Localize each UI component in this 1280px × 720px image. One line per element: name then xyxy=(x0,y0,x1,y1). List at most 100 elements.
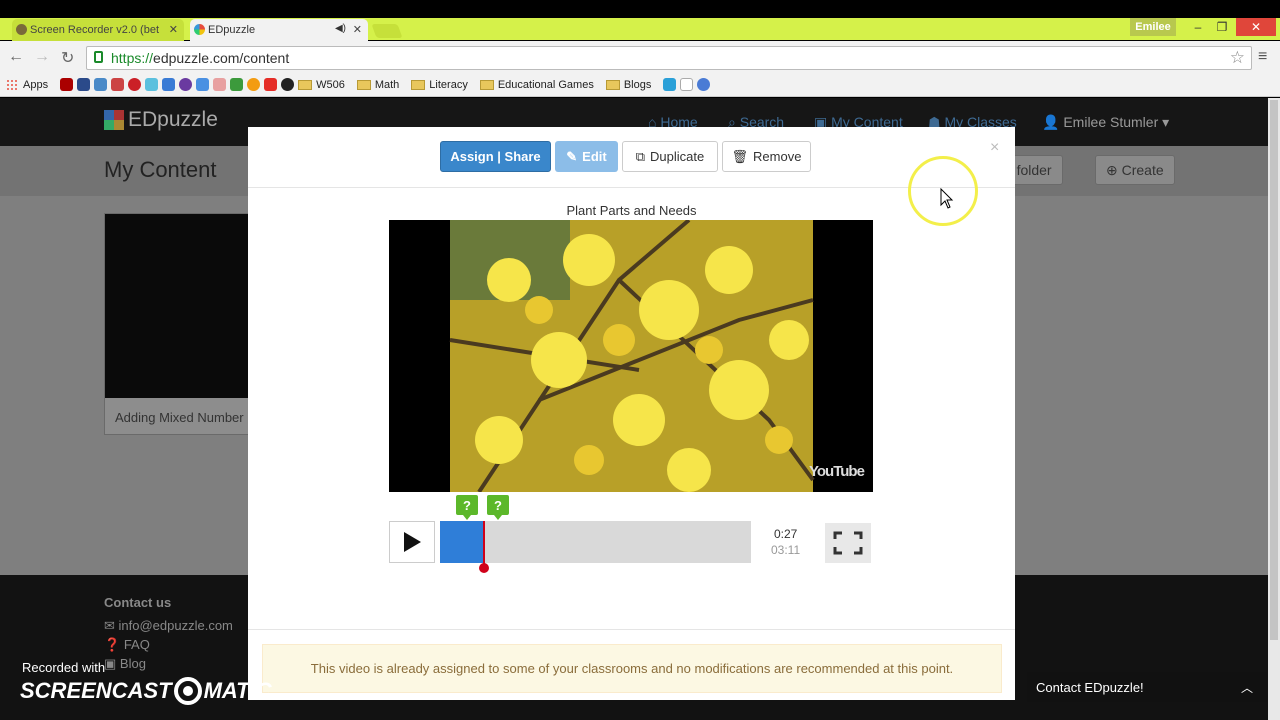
restore-icon[interactable]: ❐ xyxy=(1208,18,1236,36)
site-icon[interactable] xyxy=(77,78,91,91)
folder-icon xyxy=(356,79,371,90)
video-player[interactable]: YouTube xyxy=(389,220,873,492)
modal-close-button[interactable]: × xyxy=(990,139,999,157)
modal-divider xyxy=(248,629,1015,630)
site-icon[interactable] xyxy=(111,78,125,91)
tab-edpuzzle[interactable]: EDpuzzle ◀) ✕ xyxy=(190,19,368,41)
folder-icon xyxy=(479,79,494,90)
window-close-icon[interactable]: ✕ xyxy=(1236,18,1276,36)
page-title: My Content xyxy=(104,157,217,182)
bookmark-star-icon[interactable]: ☆ xyxy=(1230,48,1245,68)
video-progress-fill xyxy=(440,521,484,563)
link-label: FAQ xyxy=(123,637,150,652)
youtube-watermark[interactable]: YouTube xyxy=(809,463,865,480)
site-icon[interactable] xyxy=(247,78,261,91)
folder-icon xyxy=(605,79,620,90)
footer-email-link[interactable]: ✉ info@edpuzzle.com xyxy=(104,618,233,634)
bookmark-folder-w506[interactable]: W506 xyxy=(298,79,345,91)
widget-label: Contact EDpuzzle! xyxy=(1036,679,1144,695)
mouse-cursor-icon xyxy=(940,188,954,209)
pencil-icon: ✎ xyxy=(566,148,578,164)
chrome-menu-icon[interactable]: ≡ xyxy=(1258,48,1267,66)
page-icon[interactable] xyxy=(680,78,694,91)
puzzle-logo-icon xyxy=(104,110,124,130)
footer-heading: Contact us xyxy=(104,595,172,610)
bookmark-folder-educational-games[interactable]: Educational Games xyxy=(479,78,594,91)
duplicate-button[interactable]: ⧉ Duplicate xyxy=(622,141,718,172)
url-path: edpuzzle.com/content xyxy=(153,50,290,66)
user-menu[interactable]: 👤 Emilee Stumler ▾ xyxy=(1042,114,1169,131)
question-marker-1[interactable]: ? xyxy=(456,495,478,520)
back-arrow-icon[interactable]: ← xyxy=(8,48,24,66)
button-label: Remove xyxy=(753,149,802,164)
watermark-text: SCREENCAST xyxy=(20,678,172,703)
contact-widget[interactable]: Contact EDpuzzle! ︿ xyxy=(1027,672,1267,702)
play-icon xyxy=(404,532,421,552)
button-label: Create xyxy=(1121,162,1164,178)
video-thumbnail xyxy=(105,214,255,398)
play-button[interactable] xyxy=(389,521,435,563)
footer-blog-link[interactable]: ▣ Blog xyxy=(104,656,146,672)
site-icon[interactable] xyxy=(663,78,677,91)
bookmark-apps[interactable]: Apps xyxy=(6,78,49,91)
video-title: Plant Parts and Needs xyxy=(566,203,697,218)
site-icon[interactable] xyxy=(179,78,193,91)
button-label: Duplicate xyxy=(650,149,705,164)
weebly-icon[interactable] xyxy=(162,78,176,91)
close-tab-icon[interactable]: ✕ xyxy=(169,23,178,36)
fullscreen-icon xyxy=(833,531,863,555)
video-modal: Assign | Share ✎ Edit ⧉ Duplicate 🗑 Remove … xyxy=(248,127,1015,700)
bookmarks-bar: Apps W506 Math Literacy Educational Game… xyxy=(0,73,1280,97)
fullscreen-button[interactable] xyxy=(825,523,871,563)
bookmark-folder-literacy[interactable]: Literacy xyxy=(411,79,468,91)
site-icon[interactable] xyxy=(145,78,159,91)
bookmark-label: Apps xyxy=(23,78,49,91)
address-bar[interactable]: https://edpuzzle.com/content ☆ xyxy=(86,46,1252,70)
question-marker-2[interactable]: ? xyxy=(487,495,509,520)
apps-grid-icon xyxy=(6,78,18,91)
create-button[interactable]: ⊕ Create xyxy=(1095,155,1175,185)
footer-faq-link[interactable]: ❓ FAQ xyxy=(104,637,150,653)
video-progress-track[interactable] xyxy=(440,521,751,573)
speaker-icon[interactable]: ◀) xyxy=(335,23,346,34)
bookmark-label: Math xyxy=(374,78,400,91)
assigned-warning-alert: This video is already assigned to some o… xyxy=(262,644,1002,693)
bookmark-label: Blogs xyxy=(623,78,652,91)
video-card-title: Adding Mixed Number xyxy=(115,410,244,425)
playhead-line[interactable] xyxy=(482,521,485,567)
video-card[interactable]: Adding Mixed Number xyxy=(104,213,255,435)
scrollbar-thumb[interactable] xyxy=(1270,100,1278,640)
forward-arrow-icon[interactable]: → xyxy=(34,48,50,66)
tab-screen-recorder[interactable]: Screen Recorder v2.0 (bet ✕ xyxy=(12,19,184,41)
site-icon[interactable] xyxy=(697,78,711,91)
recorded-with-label: Recorded with xyxy=(22,660,106,675)
indiana-university-icon[interactable] xyxy=(60,78,74,91)
current-time: 0:27 xyxy=(774,527,798,541)
edpuzzle-logo[interactable]: EDpuzzle xyxy=(104,108,218,132)
site-icon[interactable] xyxy=(196,78,210,91)
site-icon[interactable] xyxy=(281,78,295,91)
video-frame xyxy=(449,220,815,492)
screencast-o-matic-watermark: SCREENCAST MATIC xyxy=(20,677,272,705)
bookmark-folder-math[interactable]: Math xyxy=(356,78,400,91)
close-tab-icon[interactable]: ✕ xyxy=(353,23,362,36)
bookmark-label: W506 xyxy=(316,78,345,91)
new-tab-button[interactable] xyxy=(371,24,403,38)
site-icon[interactable] xyxy=(213,78,227,91)
folder-icon xyxy=(298,79,313,90)
edit-button[interactable]: ✎ Edit xyxy=(555,141,618,172)
tab-label: EDpuzzle xyxy=(208,24,256,36)
assign-share-button[interactable]: Assign | Share xyxy=(440,141,551,172)
pinterest-icon[interactable] xyxy=(128,78,142,91)
screen-recorder-favicon-icon xyxy=(16,24,27,35)
site-icon[interactable] xyxy=(94,78,108,91)
browser-profile-badge[interactable]: Emilee xyxy=(1130,18,1176,36)
youtube-icon[interactable] xyxy=(264,78,278,91)
plus-circle-icon: ⊕ xyxy=(1106,161,1122,178)
playhead-handle[interactable] xyxy=(478,563,489,573)
bookmark-folder-blogs[interactable]: Blogs xyxy=(605,78,652,91)
site-icon[interactable] xyxy=(230,78,244,91)
bookmark-label: Educational Games xyxy=(497,78,594,91)
remove-button[interactable]: 🗑 Remove xyxy=(722,141,811,172)
reload-icon[interactable]: ↻ xyxy=(61,48,74,68)
